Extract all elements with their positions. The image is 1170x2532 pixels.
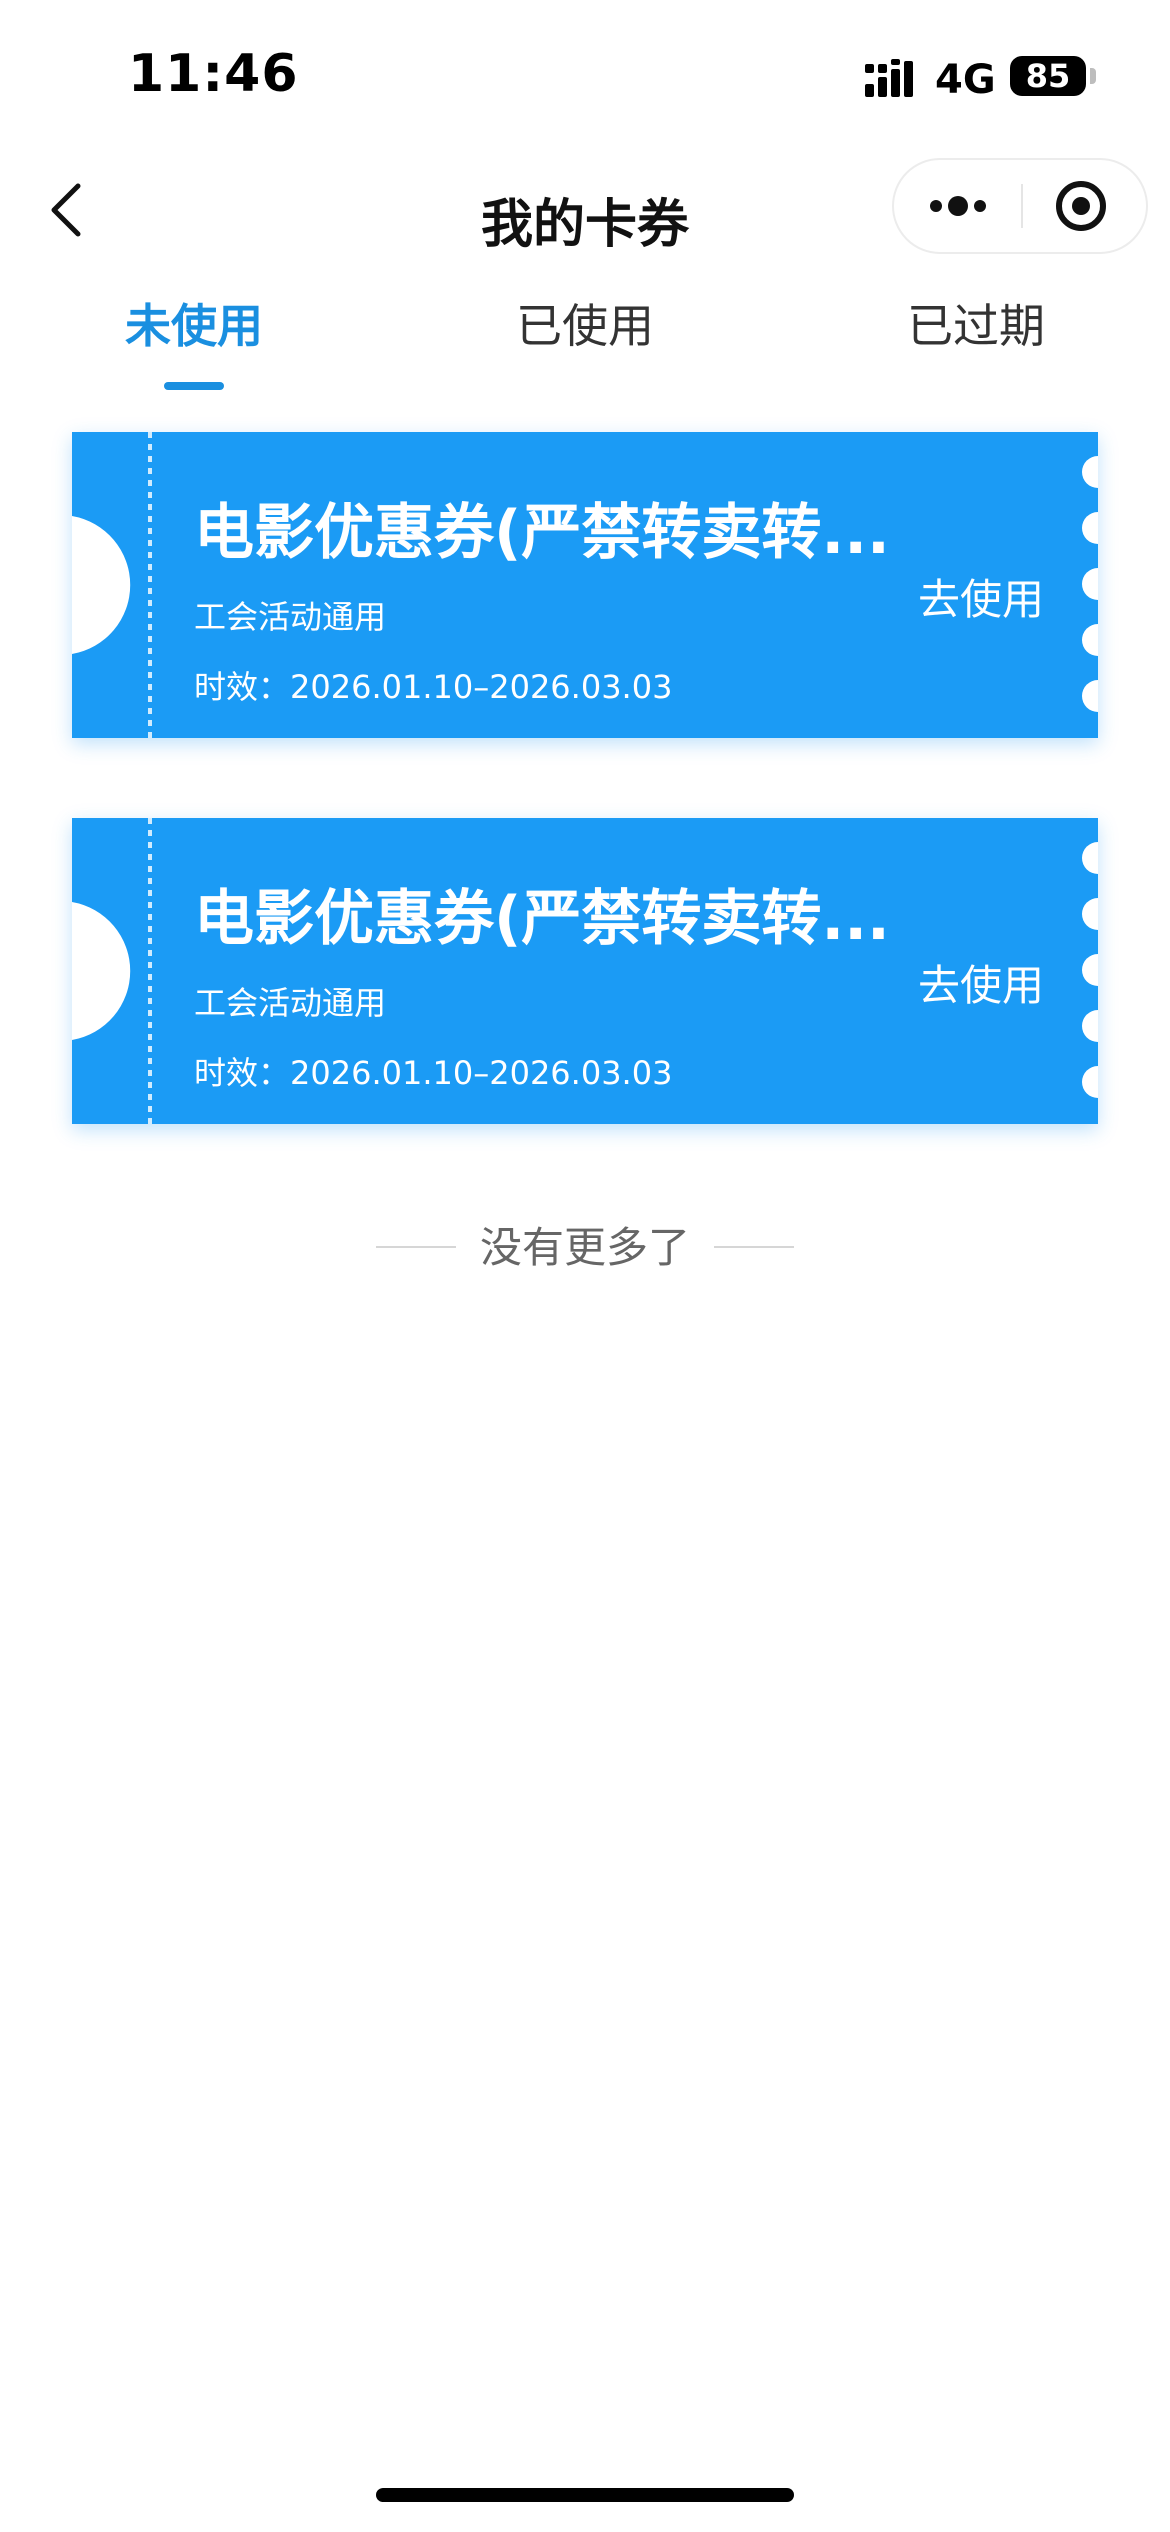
tab-expired[interactable]: 已过期 (826, 290, 1126, 390)
coupon-validity: 时效：2026.01.10–2026.03.03 (194, 1054, 673, 1092)
close-miniprogram-button[interactable] (1023, 160, 1148, 252)
status-indicators: 4G 85 (840, 50, 1170, 110)
target-icon (1056, 181, 1106, 231)
page: 11:46 4G 85 我的卡券 未使用 已使用 已过期 电影优惠券(严禁转卖转… (0, 0, 1170, 2532)
signal-icon (865, 59, 913, 97)
home-indicator[interactable] (376, 2488, 794, 2502)
active-tab-indicator (164, 382, 224, 390)
tab-label: 已使用 (516, 299, 654, 353)
nav-bar: 我的卡券 (0, 150, 1170, 270)
battery-level: 85 (1025, 57, 1071, 95)
divider-right (714, 1246, 794, 1248)
coupon-validity: 时效：2026.01.10–2026.03.03 (194, 668, 673, 706)
tab-label: 未使用 (125, 299, 263, 353)
coupon-title: 电影优惠券(严禁转卖转... (194, 498, 890, 568)
coupon-tag: 工会活动通用 (194, 598, 387, 636)
coupon-card[interactable]: 电影优惠券(严禁转卖转... 工会活动通用 时效：2026.01.10–2026… (72, 818, 1098, 1124)
network-label: 4G (935, 57, 996, 103)
battery-tip (1090, 68, 1096, 84)
more-button[interactable] (894, 160, 1021, 252)
coupon-tag: 工会活动通用 (194, 984, 387, 1022)
end-of-list-note: 没有更多了 (0, 1210, 1170, 1280)
tab-label: 已过期 (907, 299, 1045, 353)
use-coupon-button[interactable]: 去使用 (912, 948, 1050, 1017)
more-dots-icon (930, 196, 986, 216)
use-coupon-button[interactable]: 去使用 (912, 562, 1050, 631)
status-time: 11:46 (128, 44, 299, 104)
menu-capsule (892, 158, 1148, 254)
battery-icon: 85 (1010, 56, 1086, 96)
status-bar: 11:46 4G 85 (0, 0, 1170, 140)
end-of-list-text: 没有更多了 (479, 1223, 690, 1272)
coupon-card[interactable]: 电影优惠券(严禁转卖转... 工会活动通用 时效：2026.01.10–2026… (72, 432, 1098, 738)
tab-bar: 未使用 已使用 已过期 (0, 290, 1170, 400)
tab-used[interactable]: 已使用 (435, 290, 735, 390)
tab-unused[interactable]: 未使用 (44, 290, 344, 390)
coupon-title: 电影优惠券(严禁转卖转... (194, 884, 890, 954)
